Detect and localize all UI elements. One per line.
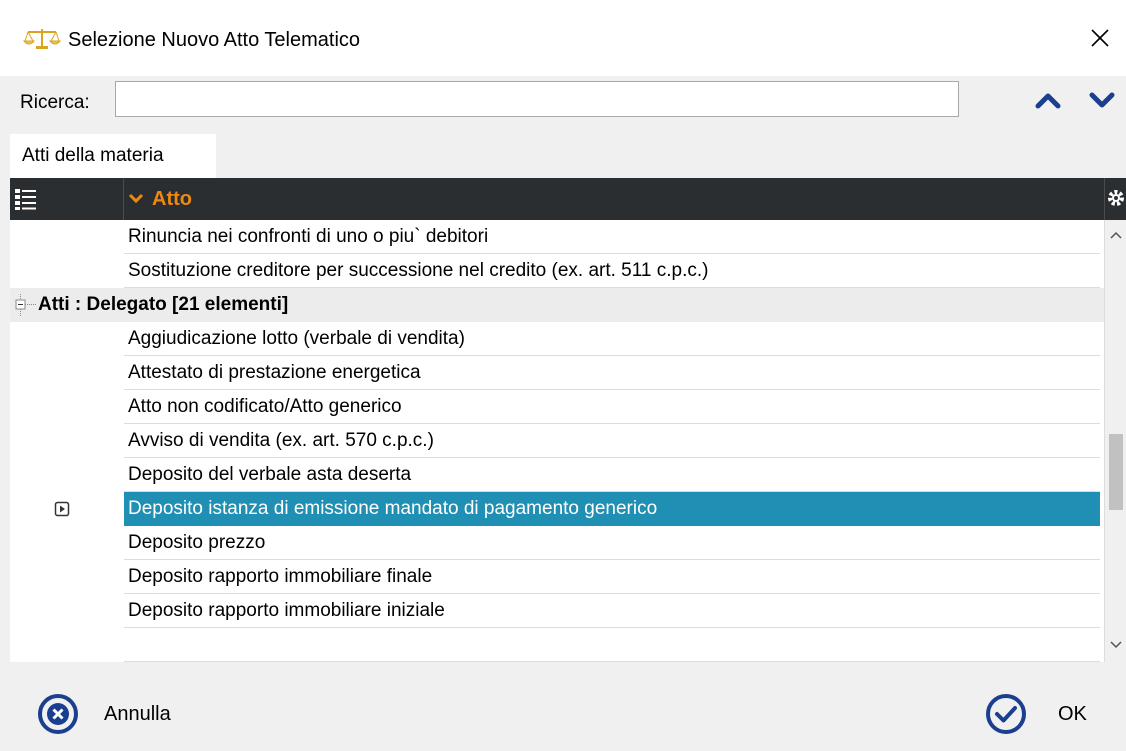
- tab-atti-della-materia[interactable]: Atti della materia: [10, 134, 216, 178]
- chevron-down-icon: [128, 194, 144, 204]
- table-row[interactable]: Sostituzione creditore per successione n…: [124, 254, 1100, 288]
- table-row[interactable]: Deposito rapporto immobiliare finale: [124, 560, 1100, 594]
- gear-icon: [1108, 190, 1124, 206]
- group-row-delegato[interactable]: Atti : Delegato [21 elementi]: [10, 288, 1104, 322]
- ok-button[interactable]: OK: [984, 692, 1094, 736]
- column-chooser-button[interactable]: [10, 178, 124, 220]
- title-bar: Selezione Nuovo Atto Telematico: [0, 0, 1126, 76]
- search-label: Ricerca:: [20, 92, 90, 113]
- table-row[interactable]: Attestato di prestazione energetica: [124, 356, 1100, 390]
- close-button[interactable]: [1074, 12, 1126, 64]
- ok-label: OK: [1058, 703, 1087, 725]
- chevron-down-icon: [1089, 92, 1115, 108]
- window-title: Selezione Nuovo Atto Telematico: [68, 29, 361, 51]
- list-icon: [15, 189, 36, 210]
- table-row[interactable]: Aggiudicazione lotto (verbale di vendita…: [124, 322, 1100, 356]
- current-row-indicator-icon: [54, 501, 70, 517]
- column-header-atto[interactable]: Atto: [128, 178, 192, 220]
- collapse-tree-icon[interactable]: [14, 294, 38, 316]
- previous-match-button[interactable]: [1032, 86, 1064, 114]
- table-row[interactable]: Atto non codificato/Atto generico: [124, 390, 1100, 424]
- table-row-partial[interactable]: [124, 628, 1100, 662]
- next-match-button[interactable]: [1086, 86, 1118, 114]
- close-icon: [1091, 29, 1109, 47]
- grid-settings-button[interactable]: [1104, 178, 1126, 220]
- grid-header: Atto: [10, 178, 1126, 220]
- scroll-down-icon[interactable]: [1109, 640, 1123, 650]
- chevron-up-icon: [1035, 93, 1061, 109]
- vertical-scrollbar[interactable]: [1104, 220, 1126, 662]
- cancel-label: Annulla: [104, 703, 171, 725]
- column-header-label: Atto: [152, 188, 192, 210]
- table-row[interactable]: Rinuncia nei confronti di uno o piu` deb…: [124, 220, 1100, 254]
- table-row[interactable]: Deposito prezzo: [124, 526, 1100, 560]
- group-label: Atti : Delegato [21 elementi]: [38, 294, 289, 315]
- table-row[interactable]: Deposito del verbale asta deserta: [124, 458, 1100, 492]
- table-row[interactable]: Avviso di vendita (ex. art. 570 c.p.c.): [124, 424, 1100, 458]
- acts-grid: Atto Rinuncia nei confronti di uno o piu…: [10, 178, 1126, 662]
- table-row-selected[interactable]: Deposito istanza di emissione mandato di…: [124, 492, 1100, 526]
- search-input[interactable]: [115, 81, 959, 117]
- table-row[interactable]: Deposito rapporto immobiliare iniziale: [124, 594, 1100, 628]
- scrollbar-thumb[interactable]: [1109, 434, 1123, 510]
- check-circle-icon: [986, 694, 1026, 734]
- scales-icon: [22, 29, 62, 49]
- cancel-circle-icon: [38, 694, 78, 734]
- scroll-up-icon[interactable]: [1109, 230, 1123, 240]
